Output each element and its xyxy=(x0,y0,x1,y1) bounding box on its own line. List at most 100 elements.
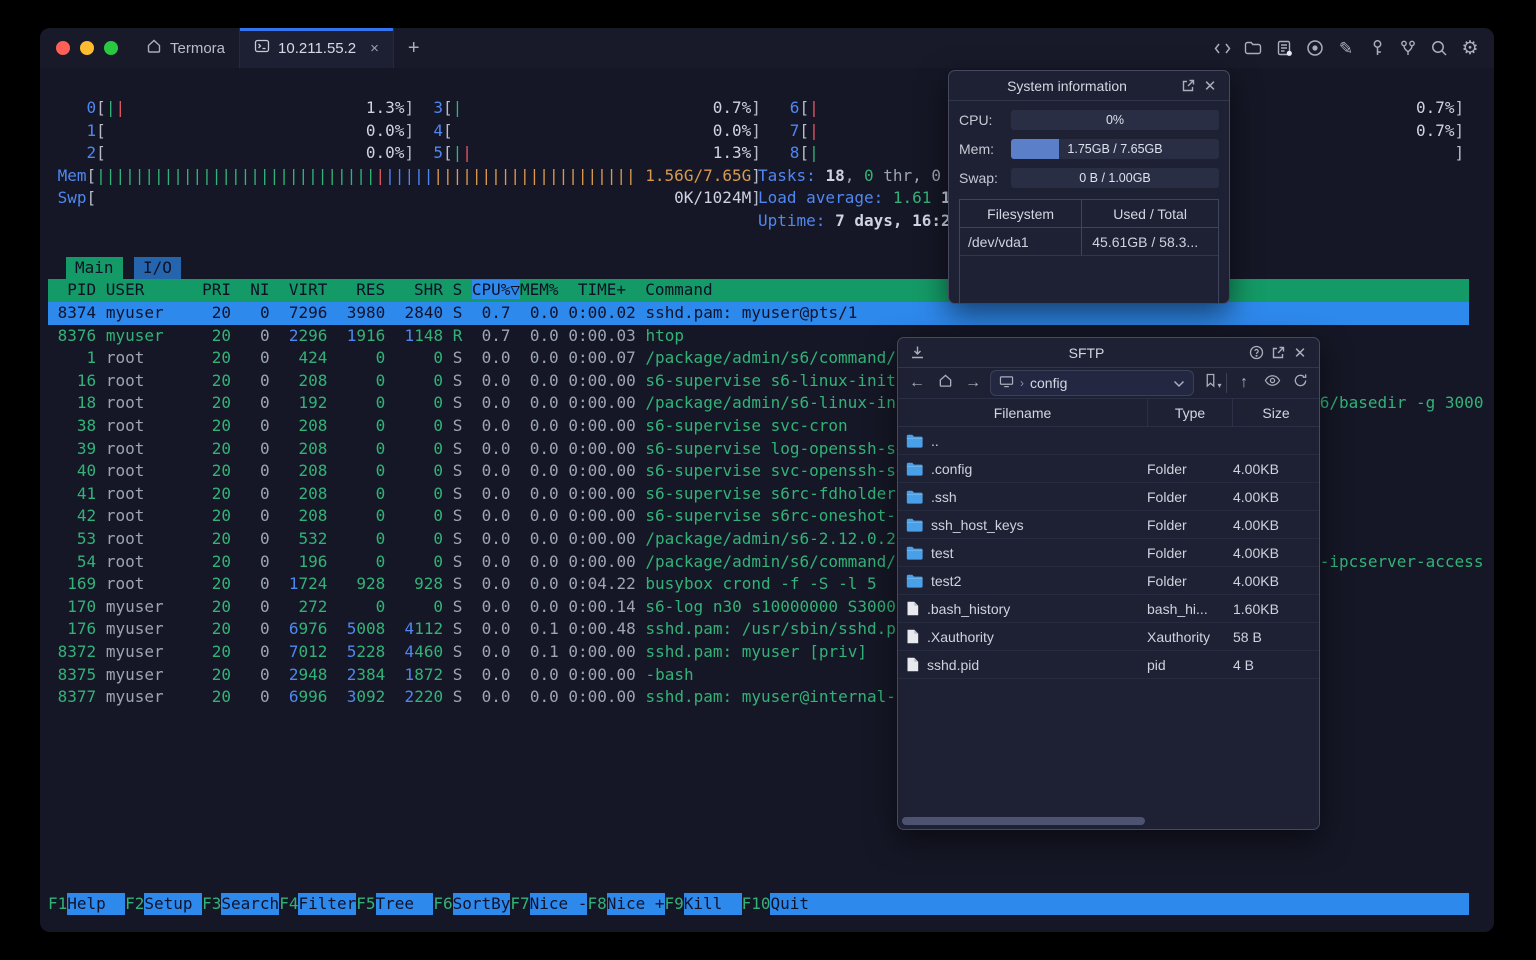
htop-tab-io[interactable]: I/O xyxy=(134,257,181,279)
process-row[interactable]: 1 root 20 0 424 0 0 S 0.0 0.0 0:00.07 /p… xyxy=(48,347,983,370)
close-window-button[interactable] xyxy=(56,41,70,55)
file-row-Xauthority[interactable]: .Xauthority Xauthority 58 B xyxy=(898,623,1319,651)
scrollbar-thumb[interactable] xyxy=(902,817,1145,825)
process-row[interactable]: 176 myuser 20 0 6976 5008 4112 S 0.0 0.1… xyxy=(48,618,915,641)
fkey-label: F1 xyxy=(48,894,68,913)
file-row-[interactable]: .. xyxy=(898,427,1319,455)
filename-column-header[interactable]: Filename xyxy=(898,405,1147,421)
fkey-tree[interactable]: Tree xyxy=(375,893,434,915)
fkey-search[interactable]: Search xyxy=(221,893,280,915)
keychain-icon[interactable] xyxy=(1396,36,1420,60)
process-row[interactable]: 8376 myuser 20 0 2296 1916 1148 R 0.7 0.… xyxy=(48,325,684,348)
open-in-window-icon[interactable] xyxy=(1177,75,1199,97)
process-row[interactable]: 8374 myuser 20 0 7296 3980 2840 S 0.7 0.… xyxy=(48,302,1469,325)
mem-meter-line: Mem[||||||||||||||||||||||||||||||||||||… xyxy=(48,165,761,185)
refresh-icon[interactable] xyxy=(1289,373,1311,393)
system-information-panel: System information ✕ CPU: 0% Mem: 1.75GB… xyxy=(948,70,1230,304)
process-row[interactable]: 38 root 20 0 208 0 0 S 0.0 0.0 0:00.00 s… xyxy=(48,415,848,438)
fkey-sortby[interactable]: SortBy xyxy=(452,893,511,915)
process-row[interactable]: 8377 myuser 20 0 6996 3092 2220 S 0.0 0.… xyxy=(48,686,935,709)
close-panel-icon[interactable]: ✕ xyxy=(1289,342,1311,364)
forward-icon[interactable]: → xyxy=(962,374,984,392)
filesystem-table-header: Filesystem Used / Total xyxy=(960,200,1218,228)
type-column-header[interactable]: Type xyxy=(1147,399,1232,426)
file-size: 1.60KB xyxy=(1233,600,1279,617)
system-information-titlebar: System information ✕ xyxy=(949,71,1229,101)
new-tab-button[interactable]: + xyxy=(394,28,434,68)
key-icon[interactable] xyxy=(1365,36,1389,60)
file-type: Xauthority xyxy=(1147,628,1211,645)
record-icon[interactable] xyxy=(1303,36,1327,60)
fkey-label: F4 xyxy=(279,894,299,913)
fkey-kill[interactable]: Kill xyxy=(683,893,742,915)
process-row[interactable]: 8375 myuser 20 0 2948 2384 1872 S 0.0 0.… xyxy=(48,664,694,687)
process-row[interactable]: 40 root 20 0 208 0 0 S 0.0 0.0 0:00.00 s… xyxy=(48,460,944,483)
mem-usage-row: Mem: 1.75GB / 7.65GB xyxy=(959,139,1219,159)
fkey-label: F3 xyxy=(202,894,222,913)
file-name: .bash_history xyxy=(927,600,1011,617)
process-row[interactable]: 39 root 20 0 208 0 0 S 0.0 0.0 0:00.00 s… xyxy=(48,438,944,461)
filesystem-row[interactable]: /dev/vda1 45.61GB / 58.3... xyxy=(960,228,1218,256)
fkey-nice[interactable]: Nice + xyxy=(606,893,665,915)
htop-tab-main[interactable]: Main xyxy=(66,257,123,279)
close-tab-icon[interactable]: × xyxy=(370,40,379,57)
fkey-nice[interactable]: Nice - xyxy=(529,893,588,915)
tab-termora-home[interactable]: Termora xyxy=(132,28,239,68)
settings-icon[interactable]: ⚙ xyxy=(1458,36,1482,60)
folder-icon[interactable] xyxy=(1241,36,1265,60)
horizontal-scrollbar[interactable] xyxy=(900,816,1317,826)
file-icon xyxy=(906,629,919,644)
download-icon[interactable] xyxy=(906,342,928,364)
close-panel-icon[interactable]: ✕ xyxy=(1199,75,1221,97)
help-icon[interactable] xyxy=(1245,342,1267,364)
fkey-filter[interactable]: Filter xyxy=(298,893,357,915)
zoom-window-button[interactable] xyxy=(104,41,118,55)
fkey-setup[interactable]: Setup xyxy=(144,893,203,915)
path-breadcrumb[interactable]: › config xyxy=(990,370,1194,396)
swap-meter-line: Swp[ 0K/1024M] xyxy=(48,188,761,208)
size-column-header[interactable]: Size xyxy=(1232,399,1319,426)
file-row-ssh[interactable]: .ssh Folder 4.00KB xyxy=(898,483,1319,511)
tab-ssh-session[interactable]: 10.211.55.2 × xyxy=(239,28,394,68)
process-row[interactable]: 169 root 20 0 1724 928 928 S 0.0 0.0 0:0… xyxy=(48,573,876,596)
back-icon[interactable]: ← xyxy=(906,374,928,392)
fkey-label: F2 xyxy=(125,894,145,913)
fkey-label: F5 xyxy=(356,894,376,913)
process-row[interactable]: 41 root 20 0 208 0 0 S 0.0 0.0 0:00.00 s… xyxy=(48,483,896,506)
open-in-window-icon[interactable] xyxy=(1267,342,1289,364)
process-row[interactable]: 42 root 20 0 208 0 0 S 0.0 0.0 0:00.00 s… xyxy=(48,505,954,528)
filesystem-column-header: Filesystem xyxy=(960,200,1083,227)
htop-table-header[interactable]: PID USER PRI NI VIRT RES SHR S CPU%▽MEM%… xyxy=(48,279,1469,302)
panel-title: SFTP xyxy=(1068,344,1105,361)
show-hidden-icon[interactable] xyxy=(1261,374,1283,392)
edit-icon[interactable]: ✎ xyxy=(1334,36,1358,60)
fkey-quit[interactable]: Quit xyxy=(770,893,1469,915)
upload-icon[interactable]: ↑ xyxy=(1233,374,1255,392)
chevron-down-icon[interactable] xyxy=(1173,375,1185,391)
file-row-sshhostkeys[interactable]: ssh_host_keys Folder 4.00KB xyxy=(898,511,1319,539)
bookmark-icon[interactable]: ▾ xyxy=(1200,373,1227,393)
cpu-meter-line: 2[ 0.0%] 5[|| 1.3%] 8[| ] xyxy=(48,143,1465,163)
file-row-test[interactable]: test Folder 4.00KB xyxy=(898,539,1319,567)
swap-usage-row: Swap: 0 B / 1.00GB xyxy=(959,168,1219,188)
current-directory: config xyxy=(1030,375,1068,391)
sftp-table-header: Filename Type Size xyxy=(898,399,1319,427)
file-row-sshdpid[interactable]: sshd.pid pid 4 B xyxy=(898,651,1319,679)
file-row-test2[interactable]: test2 Folder 4.00KB xyxy=(898,567,1319,595)
code-icon[interactable] xyxy=(1210,36,1234,60)
fkey-help[interactable]: Help xyxy=(67,893,126,915)
tab-label: Termora xyxy=(170,39,226,57)
swap-usage-value: 0 B / 1.00GB xyxy=(1079,171,1151,185)
process-row[interactable]: 16 root 20 0 208 0 0 S 0.0 0.0 0:00.00 s… xyxy=(48,370,992,393)
file-row-config[interactable]: .config Folder 4.00KB xyxy=(898,455,1319,483)
home-icon[interactable] xyxy=(934,373,956,393)
process-row[interactable]: 8372 myuser 20 0 7012 5228 4460 S 0.0 0.… xyxy=(48,641,867,664)
minimize-window-button[interactable] xyxy=(80,41,94,55)
terminal-icon xyxy=(254,38,270,58)
notes-badge-icon[interactable] xyxy=(1272,36,1296,60)
file-row-bashhistory[interactable]: .bash_history bash_hi... 1.60KB xyxy=(898,595,1319,623)
file-size: 4.00KB xyxy=(1233,460,1279,477)
process-row[interactable]: 170 myuser 20 0 272 0 0 S 0.0 0.0 0:00.1… xyxy=(48,596,934,619)
file-size: 4.00KB xyxy=(1233,488,1279,505)
search-icon[interactable] xyxy=(1427,36,1451,60)
